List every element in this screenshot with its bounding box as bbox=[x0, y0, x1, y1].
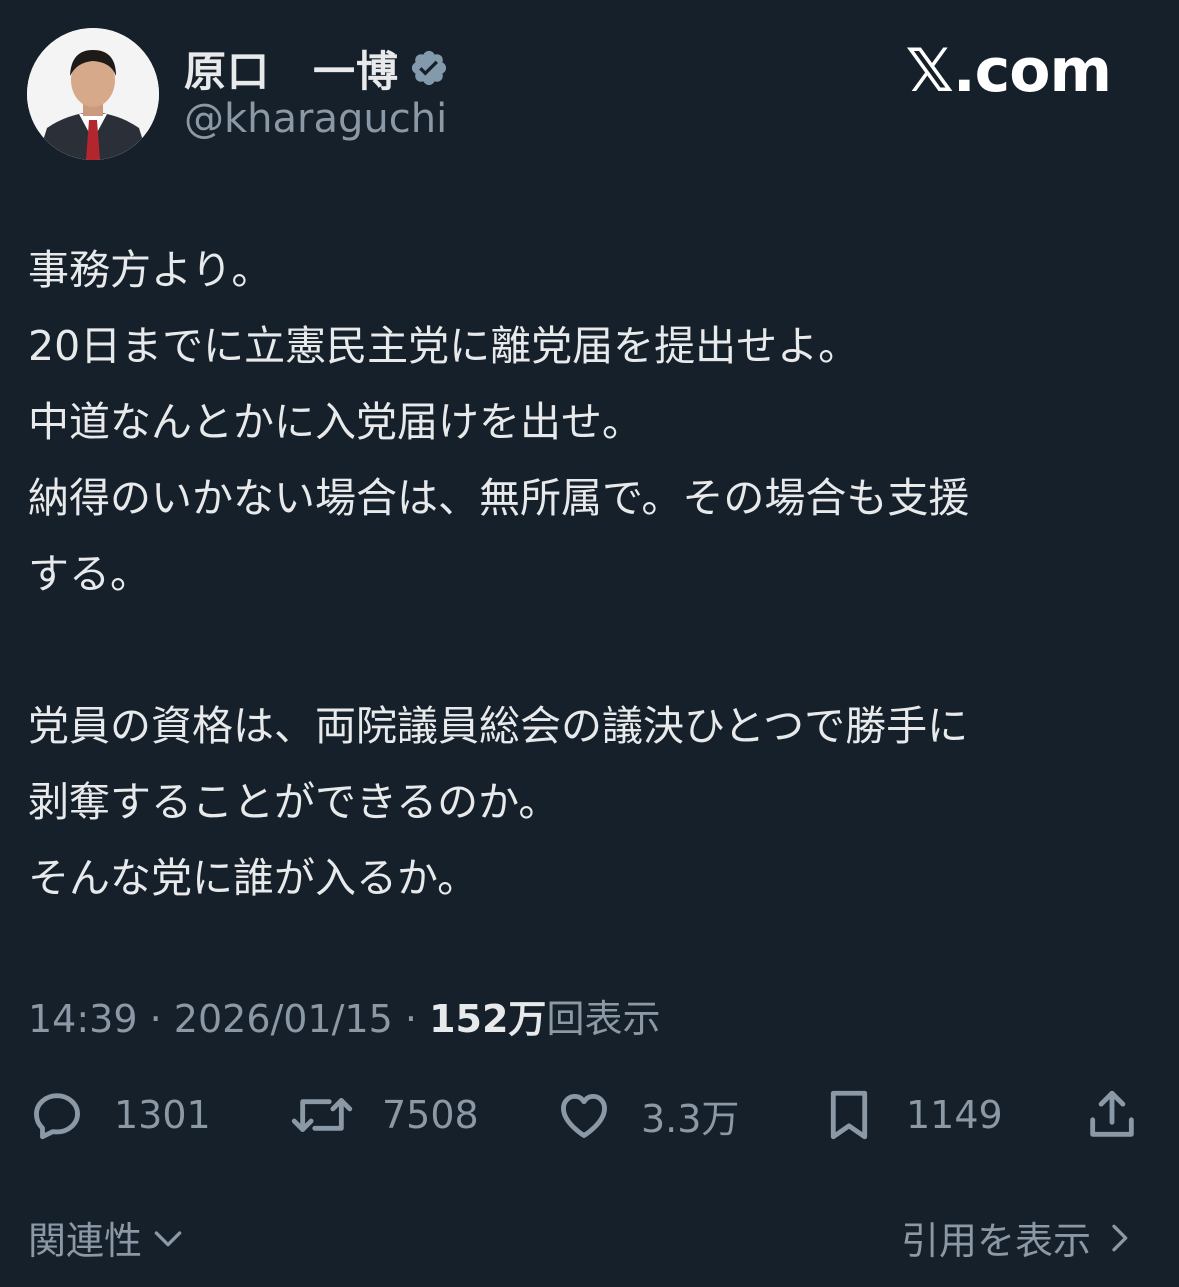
x-com-logo: 𝕏.com bbox=[905, 36, 1112, 106]
related-label: 関連性 bbox=[28, 1219, 143, 1263]
view-quotes-link[interactable]: 引用を表示 bbox=[901, 1210, 1139, 1265]
chevron-right-icon bbox=[1112, 1224, 1128, 1251]
tweet-line: 中道なんとかに入党届けを出せ。 bbox=[28, 398, 643, 446]
tweet-text: 事務方より。 20日までに立憲民主党に離党届を提出せよ。 中道なんとかに入党届け… bbox=[28, 232, 1153, 916]
tweet-line: 剥奪することができるのか。 bbox=[28, 778, 560, 826]
retweet-icon bbox=[291, 1098, 353, 1132]
tweet-time[interactable]: 14:39 bbox=[28, 997, 138, 1041]
tweet-date[interactable]: 2026/01/15 bbox=[174, 997, 393, 1041]
reply-count: 1301 bbox=[114, 1093, 211, 1137]
tweet-line: 党員の資格は、両院議員総会の議決ひとつで勝手に bbox=[28, 702, 969, 750]
tweet-line: そんな党に誰が入るか。 bbox=[28, 854, 479, 902]
reply-button[interactable]: 1301 bbox=[28, 1080, 211, 1150]
like-count: 3.3万 bbox=[641, 1096, 740, 1141]
retweet-button[interactable]: 7508 bbox=[290, 1080, 479, 1150]
tweet-line: 20日までに立憲民主党に離党届を提出せよ。 bbox=[28, 322, 860, 370]
views-count[interactable]: 152万 bbox=[429, 997, 546, 1041]
avatar[interactable] bbox=[27, 28, 159, 160]
tweet-line: 納得のいかない場合は、無所属で。その場合も支援 bbox=[28, 474, 970, 522]
bookmark-button[interactable]: 1149 bbox=[820, 1080, 1003, 1150]
tweet-paragraph-1: 事務方より。 20日までに立憲民主党に離党届を提出せよ。 中道なんとかに入党届け… bbox=[28, 232, 1153, 612]
bookmark-count: 1149 bbox=[906, 1093, 1003, 1137]
heart-icon bbox=[561, 1093, 607, 1138]
tweet-actions: 1301 7508 3.3万 1149 bbox=[28, 1080, 1153, 1150]
tweet-header: 原口 一博 @kharaguchi 𝕏.com bbox=[0, 0, 1179, 180]
avatar-image bbox=[27, 28, 159, 160]
author-display-name[interactable]: 原口 一博 bbox=[184, 38, 399, 99]
tweet-line: 事務方より。 bbox=[28, 246, 273, 294]
views-label[interactable]: 回表示 bbox=[546, 997, 660, 1041]
author-name-row[interactable]: 原口 一博 bbox=[184, 38, 449, 98]
like-button[interactable]: 3.3万 bbox=[555, 1080, 739, 1150]
author-handle[interactable]: @kharaguchi bbox=[184, 96, 447, 142]
reply-icon bbox=[34, 1093, 80, 1140]
meta-separator: · bbox=[404, 997, 418, 1041]
quotes-label: 引用を表示 bbox=[900, 1219, 1091, 1263]
verified-badge-icon bbox=[409, 48, 449, 88]
tweet-line: する。 bbox=[28, 550, 151, 598]
meta-separator: · bbox=[149, 997, 162, 1041]
share-button[interactable] bbox=[1083, 1080, 1141, 1150]
chevron-down-icon bbox=[154, 1230, 182, 1246]
share-icon bbox=[1090, 1090, 1134, 1137]
bookmark-icon bbox=[830, 1090, 868, 1140]
related-sort-toggle[interactable]: 関連性 bbox=[28, 1210, 188, 1265]
tweet-meta: 14:39 · 2026/01/15 · 152万回表示 bbox=[28, 988, 660, 1043]
tweet-paragraph-2: 党員の資格は、両院議員総会の議決ひとつで勝手に 剥奪することができるのか。 そん… bbox=[28, 688, 1153, 916]
retweet-count: 7508 bbox=[382, 1093, 479, 1137]
